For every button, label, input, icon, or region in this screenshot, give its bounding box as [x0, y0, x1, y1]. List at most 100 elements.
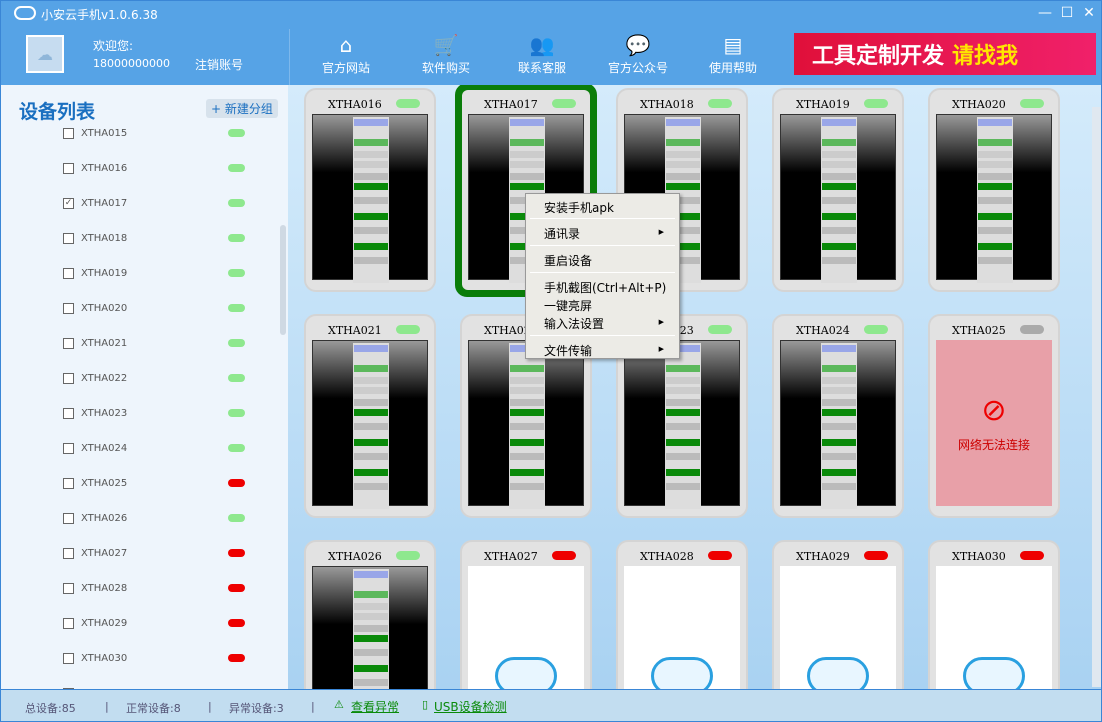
- sidebar-device-item[interactable]: XTHA021: [63, 333, 253, 353]
- close-button[interactable]: ✕: [1079, 5, 1099, 21]
- device-checkbox[interactable]: [63, 443, 74, 454]
- device-screen[interactable]: [312, 114, 428, 280]
- wechat-icon: 💬: [603, 33, 673, 59]
- device-screen[interactable]: [468, 340, 584, 506]
- device-card[interactable]: XTHA028 小安·云手机: [616, 540, 748, 689]
- maximize-button[interactable]: ☐: [1057, 5, 1077, 21]
- status-indicator: [396, 325, 420, 334]
- device-checkbox[interactable]: ✓: [63, 198, 74, 209]
- device-checkbox[interactable]: [63, 618, 74, 629]
- sidebar-device-item[interactable]: XTHA016: [63, 158, 253, 178]
- device-screen[interactable]: [312, 340, 428, 506]
- device-checkbox[interactable]: [63, 163, 74, 174]
- device-checkbox[interactable]: [63, 513, 74, 524]
- sidebar-scrollbar[interactable]: [280, 225, 286, 335]
- sidebar-device-item[interactable]: XTHA026: [63, 508, 253, 528]
- device-card[interactable]: XTHA026: [304, 540, 436, 689]
- sidebar-device-item[interactable]: XTHA022: [63, 368, 253, 388]
- device-sidebar: 设备列表 + 新建分组 XTHA015XTHA016✓XTHA017XTHA01…: [1, 85, 288, 689]
- new-group-button[interactable]: + 新建分组: [206, 99, 278, 118]
- device-checkbox[interactable]: [63, 548, 74, 559]
- sidebar-device-item[interactable]: XTHA023: [63, 403, 253, 423]
- device-card[interactable]: XTHA021: [304, 314, 436, 518]
- usb-check-link[interactable]: USB设备检测: [434, 698, 507, 715]
- device-card[interactable]: XTHA016: [304, 88, 436, 292]
- device-checkbox[interactable]: [63, 408, 74, 419]
- status-indicator: [1020, 325, 1044, 334]
- device-card-name: XTHA018: [640, 98, 694, 111]
- toolbar-help-button[interactable]: ▤使用帮助: [698, 33, 768, 76]
- avatar[interactable]: ☁: [26, 35, 64, 73]
- sidebar-device-item[interactable]: XTHA015: [63, 123, 253, 143]
- device-card[interactable]: XTHA030 小安·云手机: [928, 540, 1060, 689]
- placeholder-logo: 小安·云手机: [780, 566, 896, 689]
- device-checkbox[interactable]: [63, 128, 74, 139]
- device-name: XTHA030: [81, 653, 127, 664]
- sidebar-device-item[interactable]: XTHA018: [63, 228, 253, 248]
- device-card[interactable]: XTHA024: [772, 314, 904, 518]
- menu-item[interactable]: 文件传输▶: [544, 342, 674, 359]
- view-abnormal-link[interactable]: 查看异常: [351, 698, 399, 715]
- promo-banner[interactable]: 工具定制开发请找我: [794, 33, 1096, 75]
- logout-link[interactable]: 注销账号: [195, 56, 243, 73]
- menu-item[interactable]: 安装手机apk: [544, 199, 674, 216]
- status-indicator: [708, 99, 732, 108]
- status-indicator: [228, 234, 245, 242]
- device-card-name: XTHA028: [640, 550, 694, 563]
- toolbar-home-button[interactable]: ⌂官方网站: [311, 33, 381, 76]
- menu-item[interactable]: 手机截图(Ctrl+Alt+P): [544, 279, 674, 296]
- sidebar-device-item[interactable]: XTHA029: [63, 613, 253, 633]
- device-checkbox[interactable]: [63, 653, 74, 664]
- menu-item[interactable]: 输入法设置▶: [544, 315, 674, 332]
- device-name: XTHA027: [81, 548, 127, 559]
- sidebar-device-item[interactable]: XTHA028: [63, 578, 253, 598]
- total-devices: 总设备:85: [25, 700, 76, 716]
- status-indicator: [396, 99, 420, 108]
- sidebar-device-item[interactable]: XTHA020: [63, 298, 253, 318]
- sidebar-device-item[interactable]: XTHA030: [63, 648, 253, 668]
- device-screen[interactable]: [624, 340, 740, 506]
- menu-item[interactable]: 通讯录▶: [544, 225, 674, 242]
- sidebar-device-item[interactable]: XTHA024: [63, 438, 253, 458]
- device-screen[interactable]: [780, 114, 896, 280]
- device-card[interactable]: XTHA025 ⊘网络无法连接: [928, 314, 1060, 518]
- users-icon: 👥: [507, 33, 577, 59]
- menu-item[interactable]: 重启设备: [544, 252, 674, 269]
- device-name: XTHA015: [81, 128, 127, 139]
- toolbar-cart-button[interactable]: 🛒软件购买: [411, 33, 481, 76]
- device-card[interactable]: XTHA020: [928, 88, 1060, 292]
- device-card[interactable]: XTHA027 小安·云手机: [460, 540, 592, 689]
- status-indicator: [864, 99, 888, 108]
- toolbar-wechat-button[interactable]: 💬官方公众号: [603, 33, 673, 76]
- submenu-arrow-icon: ▶: [659, 318, 664, 326]
- device-checkbox[interactable]: [63, 268, 74, 279]
- device-checkbox[interactable]: [63, 233, 74, 244]
- device-screen[interactable]: [312, 566, 428, 689]
- status-indicator: [228, 374, 245, 382]
- sidebar-device-item[interactable]: XTHA027: [63, 543, 253, 563]
- toolbar-label: 联系客服: [507, 59, 577, 76]
- device-card[interactable]: XTHA029 小安·云手机: [772, 540, 904, 689]
- sidebar-device-item[interactable]: XTHA025: [63, 473, 253, 493]
- device-card-name: XTHA019: [796, 98, 850, 111]
- toolbar-users-button[interactable]: 👥联系客服: [507, 33, 577, 76]
- device-checkbox[interactable]: [63, 373, 74, 384]
- menu-item[interactable]: 一键亮屏: [544, 297, 674, 314]
- status-indicator: [708, 551, 732, 560]
- status-indicator: [228, 409, 245, 417]
- device-checkbox[interactable]: [63, 338, 74, 349]
- status-indicator: [228, 164, 245, 172]
- sidebar-device-item[interactable]: ✓XTHA017: [63, 193, 253, 213]
- grid-scrollbar[interactable]: [1092, 107, 1101, 687]
- device-checkbox[interactable]: [63, 478, 74, 489]
- device-checkbox[interactable]: [63, 583, 74, 594]
- device-screen[interactable]: [780, 340, 896, 506]
- minimize-button[interactable]: —: [1035, 5, 1055, 21]
- context-menu: 安装手机apk 通讯录▶ 重启设备手机截图(Ctrl+Alt+P)一键亮屏输入法设置…: [525, 193, 680, 359]
- device-checkbox[interactable]: [63, 303, 74, 314]
- device-card[interactable]: XTHA019: [772, 88, 904, 292]
- device-screen[interactable]: [936, 114, 1052, 280]
- submenu-arrow-icon: ▶: [659, 345, 664, 353]
- sidebar-device-item[interactable]: XTHA019: [63, 263, 253, 283]
- cloud-logo-icon: [495, 657, 557, 689]
